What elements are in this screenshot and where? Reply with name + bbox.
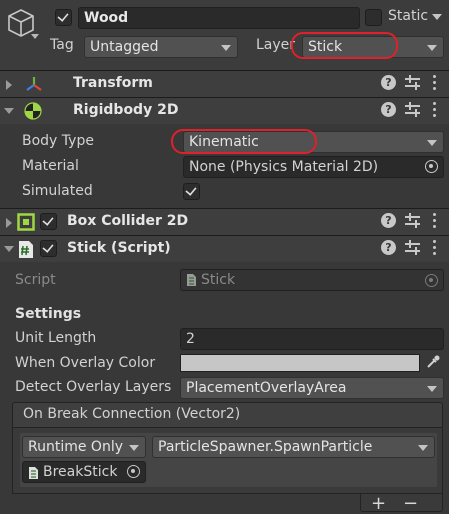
event-header: On Break Connection (Vector2): [12, 402, 443, 428]
material-value: None (Physics Material 2D): [189, 159, 379, 175]
help-icon[interactable]: ?: [381, 102, 396, 117]
event-title: On Break Connection (Vector2): [23, 406, 241, 422]
script-hash-icon: [19, 241, 33, 258]
runtime-mode-dropdown[interactable]: Runtime Only: [22, 436, 146, 458]
static-toggle[interactable]: [365, 9, 382, 26]
highlight-annotation-layer: [291, 32, 398, 59]
chevron-down-icon: [221, 45, 231, 51]
tag-label: Tag: [50, 37, 74, 53]
box-collider-title: Box Collider 2D: [67, 213, 189, 229]
runtime-mode-value: Runtime Only: [28, 439, 123, 455]
help-icon[interactable]: ?: [381, 75, 396, 90]
function-dropdown[interactable]: ParticleSpawner.SpawnParticle: [152, 436, 435, 458]
object-picker-icon[interactable]: [127, 465, 140, 478]
active-toggle[interactable]: [55, 9, 72, 26]
settings-header: Settings: [15, 306, 82, 322]
kebab-menu-icon[interactable]: [433, 102, 437, 118]
box-collider-enabled-checkbox[interactable]: [40, 213, 57, 230]
script-file-icon: [29, 467, 38, 479]
script-value: Stick: [201, 272, 236, 288]
target-object-value: BreakStick: [43, 464, 118, 480]
icon-dropdown-arrow[interactable]: [31, 34, 39, 39]
unit-length-field[interactable]: 2: [180, 328, 444, 350]
function-value: ParticleSpawner.SpawnParticle: [158, 439, 373, 455]
rigidbody-title: Rigidbody 2D: [73, 102, 179, 118]
stick-script-header[interactable]: Stick (Script) ?: [0, 235, 449, 262]
transform-title: Transform: [73, 75, 153, 91]
rigidbody-icon: [24, 102, 42, 120]
fold-arrow-icon[interactable]: [6, 80, 12, 90]
stick-script-title: Stick (Script): [67, 240, 171, 256]
static-dropdown-arrow[interactable]: [432, 14, 442, 20]
eyedropper-icon[interactable]: [425, 354, 441, 370]
script-label: Script: [15, 272, 56, 288]
body-type-label: Body Type: [22, 133, 94, 149]
material-field[interactable]: None (Physics Material 2D): [183, 156, 444, 178]
stick-enabled-checkbox[interactable]: [40, 240, 57, 257]
chevron-down-icon: [427, 45, 437, 51]
chevron-down-icon: [427, 140, 437, 146]
help-icon[interactable]: ?: [381, 240, 396, 255]
box-collider-icon: [17, 213, 35, 231]
remove-listener-button[interactable]: −: [403, 495, 418, 513]
kebab-menu-icon[interactable]: [433, 75, 437, 91]
overlay-color-label: When Overlay Color: [15, 355, 156, 371]
material-label: Material: [22, 158, 79, 174]
kebab-menu-icon[interactable]: [433, 213, 437, 229]
presets-icon[interactable]: [405, 240, 420, 255]
object-picker-icon: [425, 274, 438, 287]
fold-arrow-icon[interactable]: [6, 218, 12, 228]
detect-layers-label: Detect Overlay Layers: [15, 379, 172, 395]
unit-length-label: Unit Length: [15, 330, 97, 346]
transform-axes-icon: [26, 77, 42, 91]
script-file-icon: [187, 274, 196, 286]
chevron-down-icon: [427, 386, 437, 392]
fold-arrow-icon[interactable]: [4, 246, 14, 252]
presets-icon[interactable]: [405, 75, 420, 90]
detect-layers-value: PlacementOverlayArea: [186, 380, 347, 396]
help-icon[interactable]: ?: [381, 213, 396, 228]
presets-icon[interactable]: [405, 102, 420, 117]
detect-layers-dropdown[interactable]: PlacementOverlayArea: [180, 377, 444, 399]
rigidbody-header[interactable]: Rigidbody 2D ?: [0, 97, 449, 124]
add-listener-button[interactable]: +: [371, 495, 386, 513]
chevron-down-icon: [129, 445, 139, 451]
tag-value: Untagged: [90, 39, 159, 55]
transform-header[interactable]: Transform ?: [0, 70, 449, 97]
presets-icon[interactable]: [405, 213, 420, 228]
chevron-down-icon: [418, 445, 428, 451]
simulated-label: Simulated: [22, 183, 93, 199]
static-label[interactable]: Static: [388, 8, 428, 24]
box-collider-header[interactable]: Box Collider 2D ?: [0, 208, 449, 235]
fold-arrow-icon[interactable]: [4, 108, 14, 114]
simulated-checkbox[interactable]: [183, 183, 200, 200]
name-field[interactable]: Wood: [78, 7, 360, 29]
script-field: Stick: [180, 269, 444, 291]
object-picker-icon[interactable]: [425, 160, 438, 173]
highlight-annotation-body-type: [171, 129, 317, 154]
layer-label: Layer: [256, 37, 296, 53]
kebab-menu-icon[interactable]: [433, 240, 437, 256]
overlay-color-swatch[interactable]: [180, 354, 420, 372]
tag-dropdown[interactable]: Untagged: [84, 36, 238, 58]
